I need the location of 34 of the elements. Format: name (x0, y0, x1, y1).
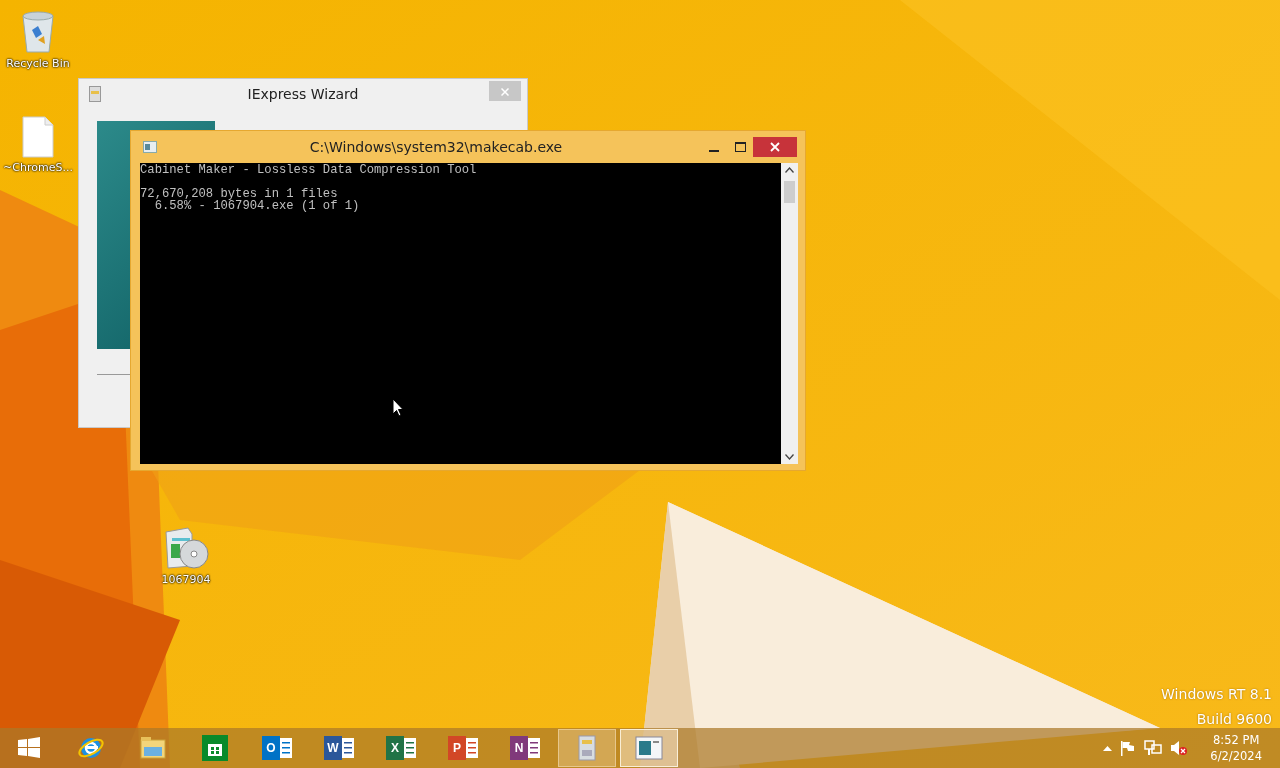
scroll-thumb[interactable] (784, 181, 795, 203)
window-title: C:\Windows\system32\makecab.exe (308, 137, 564, 157)
network-icon[interactable] (1144, 740, 1163, 756)
console-icon (635, 734, 663, 762)
taskbar-button[interactable]: P (434, 729, 492, 767)
build-text: Build 9600 (1196, 710, 1272, 729)
cursor-icon (392, 398, 404, 417)
taskbar-button[interactable]: O (248, 729, 306, 767)
document-icon (22, 116, 54, 158)
taskbar-button[interactable]: X (372, 729, 430, 767)
scroll-down-icon[interactable] (785, 454, 794, 460)
taskbar-button[interactable]: N (496, 729, 554, 767)
window-title: IExpress Wizard (247, 84, 359, 104)
chevron-up-icon[interactable] (1103, 745, 1113, 751)
console-output: Cabinet Maker - Lossless Data Compression Tool 72,670,208 bytes in 1 files 6.58% - 1067904.exe (1 of 1) (140, 163, 781, 464)
close-button[interactable] (753, 137, 797, 157)
muted-speaker-icon[interactable] (1170, 740, 1189, 756)
store-icon (201, 734, 229, 762)
scrollbar[interactable] (781, 163, 798, 464)
clock-date[interactable]: 6/2/2024 (1210, 748, 1262, 764)
package-icon (162, 524, 210, 570)
folder-icon (139, 734, 167, 762)
scroll-up-icon[interactable] (785, 167, 794, 173)
close-icon (770, 142, 780, 152)
close-icon (501, 87, 509, 96)
minimize-icon (709, 150, 719, 152)
app-icon (89, 86, 101, 102)
taskbar-button[interactable]: W (310, 729, 368, 767)
maximize-icon (734, 142, 746, 152)
console-icon (143, 141, 157, 153)
clock-time[interactable]: 8:52 PM (1213, 732, 1260, 748)
taskbar-button[interactable] (620, 729, 678, 767)
flag-icon[interactable] (1120, 740, 1137, 756)
edition-text: Windows RT 8.1 (1161, 685, 1272, 704)
